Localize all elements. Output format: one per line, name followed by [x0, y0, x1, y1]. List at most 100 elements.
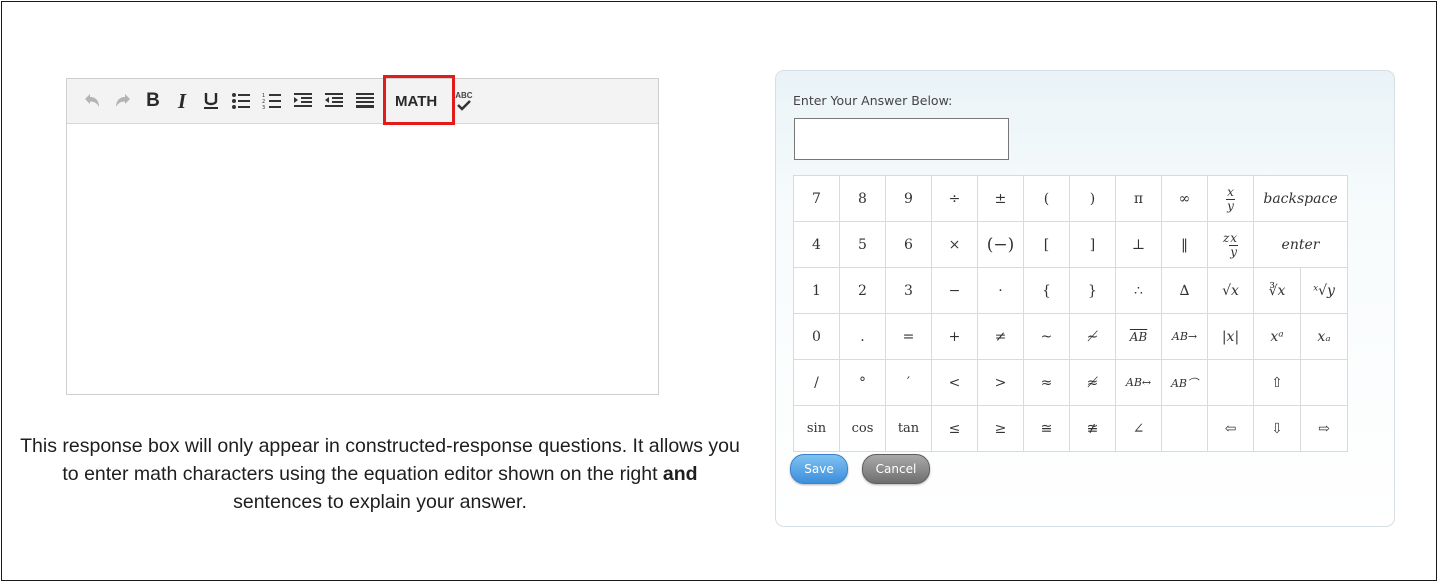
key-prime[interactable]: ′	[885, 359, 932, 406]
key-congruent[interactable]: ≅	[1023, 405, 1070, 452]
answer-input[interactable]	[794, 118, 1009, 160]
italic-icon[interactable]: I	[172, 89, 192, 113]
editor-text-area[interactable]	[67, 124, 658, 394]
key-empty	[1207, 359, 1254, 406]
key-decimal[interactable]: .	[839, 313, 886, 360]
indent-icon[interactable]	[292, 89, 314, 113]
key-sin[interactable]: sin	[793, 405, 840, 452]
key-minus[interactable]: −	[931, 267, 978, 314]
key-right-paren[interactable]: )	[1069, 175, 1116, 222]
spellcheck-icon[interactable]: ABC	[455, 89, 473, 113]
key-tan[interactable]: tan	[885, 405, 932, 452]
key-7[interactable]: 7	[793, 175, 840, 222]
key-plus[interactable]: +	[931, 313, 978, 360]
keypad-row: 4 5 6 × (−) [ ] ⊥ ‖ zxy enter	[793, 221, 1348, 268]
key-degree[interactable]: °	[839, 359, 886, 406]
key-backspace[interactable]: backspace	[1253, 175, 1348, 222]
keypad-row: 0 . = + ≠ ~ ≁ AB AB→ |x| xᵃ xₐ	[793, 313, 1348, 360]
key-abs[interactable]: |x|	[1207, 313, 1254, 360]
key-9[interactable]: 9	[885, 175, 932, 222]
key-multiply[interactable]: ×	[931, 221, 978, 268]
description-text: This response box will only appear in co…	[20, 432, 740, 516]
description-part2: sentences to explain your answer.	[233, 491, 527, 513]
key-not-similar[interactable]: ≁	[1069, 313, 1116, 360]
cancel-button[interactable]: Cancel	[862, 454, 930, 484]
key-line[interactable]: AB↔	[1115, 359, 1162, 406]
math-button[interactable]: MATH	[383, 75, 455, 125]
description-bold: and	[662, 463, 698, 485]
key-ray[interactable]: AB→	[1161, 313, 1208, 360]
bullet-list-icon[interactable]	[230, 89, 252, 113]
answer-label: Enter Your Answer Below:	[793, 93, 953, 108]
key-not-approx[interactable]: ≉	[1069, 359, 1116, 406]
undo-icon[interactable]	[81, 89, 103, 113]
keypad-row: 1 2 3 − · { } ∴ ∆ √x ∛x ˣ√y	[793, 267, 1348, 314]
key-enter[interactable]: enter	[1253, 221, 1348, 268]
key-nth-root[interactable]: ˣ√y	[1300, 267, 1348, 314]
key-1[interactable]: 1	[793, 267, 840, 314]
save-button[interactable]: Save	[790, 454, 848, 484]
key-angle[interactable]: ∠	[1115, 405, 1162, 452]
key-plus-minus[interactable]: ±	[977, 175, 1024, 222]
key-arrow-left[interactable]: ⇦	[1207, 405, 1254, 452]
key-right-brace[interactable]: }	[1069, 267, 1116, 314]
key-slash[interactable]: /	[793, 359, 840, 406]
key-8[interactable]: 8	[839, 175, 886, 222]
key-sqrt[interactable]: √x	[1207, 267, 1254, 314]
key-negative[interactable]: (−)	[977, 221, 1024, 268]
key-not-congruent[interactable]: ≇	[1069, 405, 1116, 452]
key-2[interactable]: 2	[839, 267, 886, 314]
key-5[interactable]: 5	[839, 221, 886, 268]
equation-editor: Enter Your Answer Below: 7 8 9 ÷ ± ( ) π…	[775, 70, 1395, 527]
redo-icon[interactable]	[112, 89, 134, 113]
key-less-than[interactable]: <	[931, 359, 978, 406]
key-arrow-right[interactable]: ⇨	[1300, 405, 1348, 452]
key-cube-root[interactable]: ∛x	[1253, 267, 1301, 314]
key-divide[interactable]: ÷	[931, 175, 978, 222]
key-3[interactable]: 3	[885, 267, 932, 314]
response-editor: B I 123 MATH ABC	[66, 75, 659, 395]
key-dot[interactable]: ·	[977, 267, 1024, 314]
key-perpendicular[interactable]: ⊥	[1115, 221, 1162, 268]
key-fraction[interactable]: xy	[1207, 175, 1254, 222]
justify-icon[interactable]	[354, 89, 376, 113]
outdent-icon[interactable]	[323, 89, 345, 113]
key-equals[interactable]: =	[885, 313, 932, 360]
keypad-row: 7 8 9 ÷ ± ( ) π ∞ xy backspace	[793, 175, 1348, 222]
svg-text:3: 3	[262, 105, 265, 110]
key-greater-than[interactable]: >	[977, 359, 1024, 406]
key-pi[interactable]: π	[1115, 175, 1162, 222]
key-not-equal[interactable]: ≠	[977, 313, 1024, 360]
key-empty	[1300, 359, 1348, 406]
key-left-brace[interactable]: {	[1023, 267, 1070, 314]
key-similar[interactable]: ~	[1023, 313, 1070, 360]
key-infinity[interactable]: ∞	[1161, 175, 1208, 222]
key-arrow-up[interactable]: ⇧	[1253, 359, 1301, 406]
editor-toolbar: B I 123 MATH ABC	[67, 75, 658, 125]
keypad-grid: 7 8 9 ÷ ± ( ) π ∞ xy backspace 4 5 6 × (…	[793, 175, 1348, 452]
key-segment[interactable]: AB	[1115, 313, 1162, 360]
key-right-bracket[interactable]: ]	[1069, 221, 1116, 268]
key-mixed-number[interactable]: zxy	[1207, 221, 1254, 268]
key-arrow-down[interactable]: ⇩	[1253, 405, 1301, 452]
description-part1: This response box will only appear in co…	[20, 435, 740, 485]
key-left-bracket[interactable]: [	[1023, 221, 1070, 268]
key-0[interactable]: 0	[793, 313, 840, 360]
key-4[interactable]: 4	[793, 221, 840, 268]
key-parallel[interactable]: ‖	[1161, 221, 1208, 268]
keypad-row: sin cos tan ≤ ≥ ≅ ≇ ∠ ⇦ ⇩ ⇨	[793, 405, 1348, 452]
key-delta[interactable]: ∆	[1161, 267, 1208, 314]
key-therefore[interactable]: ∴	[1115, 267, 1162, 314]
key-6[interactable]: 6	[885, 221, 932, 268]
underline-icon[interactable]	[201, 89, 221, 113]
key-cos[interactable]: cos	[839, 405, 886, 452]
key-subscript[interactable]: xₐ	[1300, 313, 1348, 360]
key-left-paren[interactable]: (	[1023, 175, 1070, 222]
key-greater-equal[interactable]: ≥	[977, 405, 1024, 452]
bold-icon[interactable]: B	[143, 89, 163, 113]
key-superscript[interactable]: xᵃ	[1253, 313, 1301, 360]
numbered-list-icon[interactable]: 123	[261, 89, 283, 113]
key-less-equal[interactable]: ≤	[931, 405, 978, 452]
key-approx[interactable]: ≈	[1023, 359, 1070, 406]
key-arc[interactable]: AB⌒	[1161, 359, 1208, 406]
